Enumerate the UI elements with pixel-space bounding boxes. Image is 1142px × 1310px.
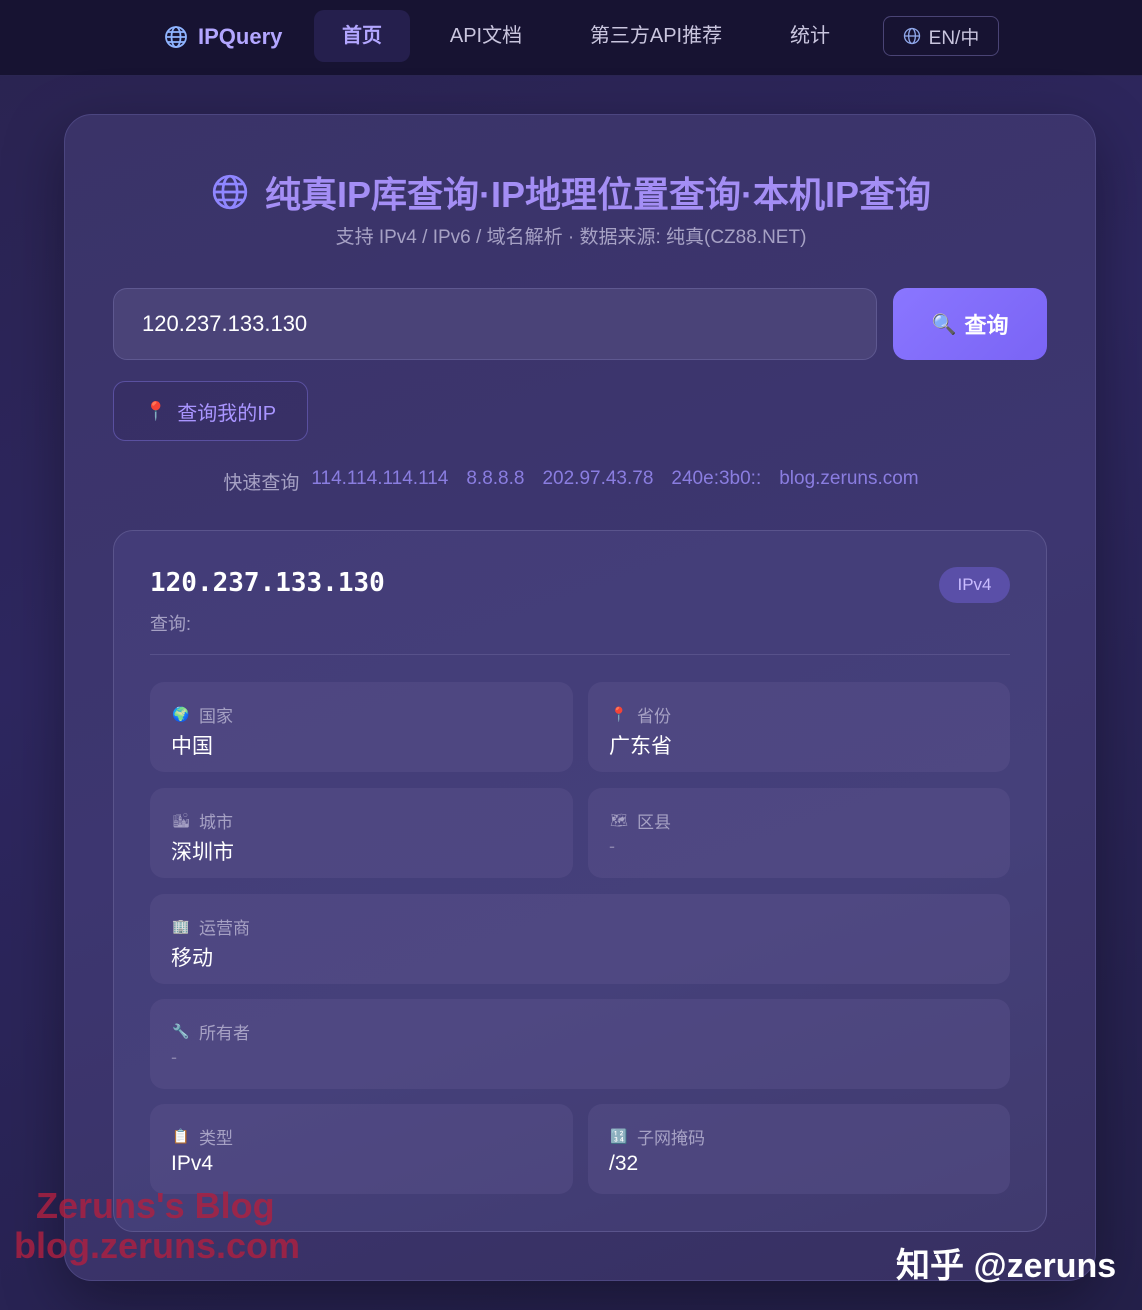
result-ip: 120.237.133.130 [150,568,385,598]
globe-icon [165,26,187,48]
quick-link[interactable]: 240e:3b0:: [671,468,761,495]
field-label: 类型 [199,1129,233,1148]
search-button[interactable]: 🔍 查询 [893,288,1047,360]
pin-icon: 📍 [610,706,628,722]
blog-watermark: Zeruns's Blog blog.zeruns.com [14,1186,300,1266]
query-my-ip-label: 查询我的IP [177,402,277,425]
field-city: 🏙 城市 深圳市 [150,788,573,878]
quick-link[interactable]: 202.97.43.78 [542,468,653,495]
page-subtitle: 支持 IPv4 / IPv6 / 域名解析 · 数据来源: 纯真(CZ88.NE… [335,227,807,248]
ip-search-input[interactable] [113,288,877,360]
field-isp: 🏢 运营商 移动 [150,894,1010,984]
nav-stats[interactable]: 统计 [770,10,850,62]
field-label: 城市 [199,813,233,832]
field-label: 区县 [637,813,671,832]
quick-link[interactable]: 114.114.114.114 [311,468,448,495]
field-label: 省份 [637,707,671,726]
wrench-icon: 🔧 [172,1023,190,1039]
field-value: 深圳市 [171,841,234,864]
quick-query-bar: 快速查询 114.114.114.114 8.8.8.8 202.97.43.7… [0,468,1142,495]
page-title-text: 纯真IP库查询·IP地理位置查询·本机IP查询 [264,174,932,215]
page-title: 纯真IP库查询·IP地理位置查询·本机IP查询 [0,166,1142,218]
globe-icon: 🌍 [172,706,190,722]
globe-icon [212,174,248,210]
ip-version-badge: IPv4 [939,567,1010,603]
blog-watermark-line1: Zeruns's Blog [36,1185,275,1226]
field-label: 国家 [199,707,233,726]
clipboard-icon: 📋 [172,1128,190,1144]
field-subnet-mask: 🔢 子网掩码 /32 [588,1104,1010,1194]
globe-icon [903,27,920,45]
nav-api-docs[interactable]: API文档 [430,10,542,62]
numbers-icon: 🔢 [610,1128,628,1144]
field-district: 🗺 区县 - [588,788,1010,878]
nav-third-party-api[interactable]: 第三方API推荐 [572,10,740,62]
field-province: 📍 省份 广东省 [588,682,1010,772]
field-country: 🌍 国家 中国 [150,682,573,772]
zhihu-watermark: 知乎 @zeruns [896,1247,1117,1285]
city-icon: 🏙 [172,812,190,828]
language-label: EN/中 [928,27,980,49]
field-value: - [609,836,615,856]
divider [150,654,1010,655]
search-button-label: 查询 [964,313,1009,338]
query-my-ip-button[interactable]: 📍 查询我的IP [113,381,308,441]
top-nav: IPQuery 首页 API文档 第三方API推荐 统计 EN/中 [0,0,1142,76]
field-value: 广东省 [609,735,672,758]
field-owner: 🔧 所有者 - [150,999,1010,1089]
field-value: /32 [609,1152,639,1175]
magnifier-icon: 🔍 [931,313,957,336]
field-value: 移动 [171,947,213,970]
field-label: 所有者 [199,1024,250,1043]
quick-link[interactable]: 8.8.8.8 [466,468,524,495]
logo[interactable]: IPQuery [164,22,282,52]
nav-home[interactable]: 首页 [314,10,410,62]
language-toggle[interactable]: EN/中 [883,16,999,56]
field-value: IPv4 [171,1152,214,1175]
field-value: - [171,1047,177,1067]
field-type: 📋 类型 IPv4 [150,1104,573,1194]
map-icon: 🗺 [610,812,628,828]
building-icon: 🏢 [172,918,190,934]
field-label: 运营商 [199,919,250,938]
field-label: 子网掩码 [637,1129,705,1148]
logo-text: IPQuery [198,24,283,49]
quick-link[interactable]: blog.zeruns.com [779,468,918,495]
blog-watermark-line2: blog.zeruns.com [14,1225,301,1266]
result-query-label: 查询: [150,614,192,634]
field-value: 中国 [171,735,213,758]
pin-icon: 📍 [144,400,168,421]
quick-query-label: 快速查询 [223,473,300,494]
